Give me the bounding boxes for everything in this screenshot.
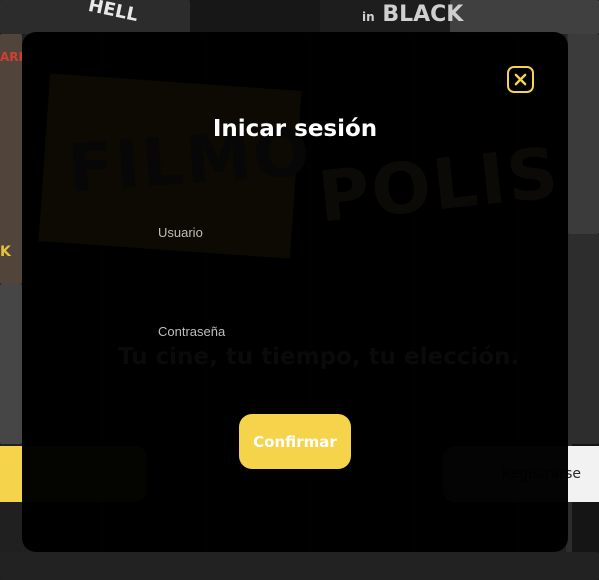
background-poster [190, 0, 320, 34]
background-poster [450, 0, 599, 34]
close-x-icon [514, 73, 527, 86]
password-input[interactable] [158, 345, 432, 379]
poster-side-text: K [0, 244, 11, 260]
close-button[interactable] [507, 66, 534, 93]
watermark-logo-text: POLIS [314, 131, 564, 239]
modal-title: Inicar sesión [212, 116, 378, 142]
password-label: Contraseña [158, 324, 226, 339]
background-poster [568, 34, 599, 234]
username-label: Usuario [158, 225, 203, 240]
background-poster [0, 552, 599, 580]
username-input[interactable] [158, 246, 432, 280]
background-poster [568, 234, 599, 444]
login-modal: FILMO POLIS Tu cine, tu tiempo, tu elecc… [22, 32, 568, 552]
poster-title-text: in BLACK [362, 2, 464, 27]
confirm-button[interactable]: Confirmar [239, 414, 351, 469]
background-poster [0, 284, 22, 444]
